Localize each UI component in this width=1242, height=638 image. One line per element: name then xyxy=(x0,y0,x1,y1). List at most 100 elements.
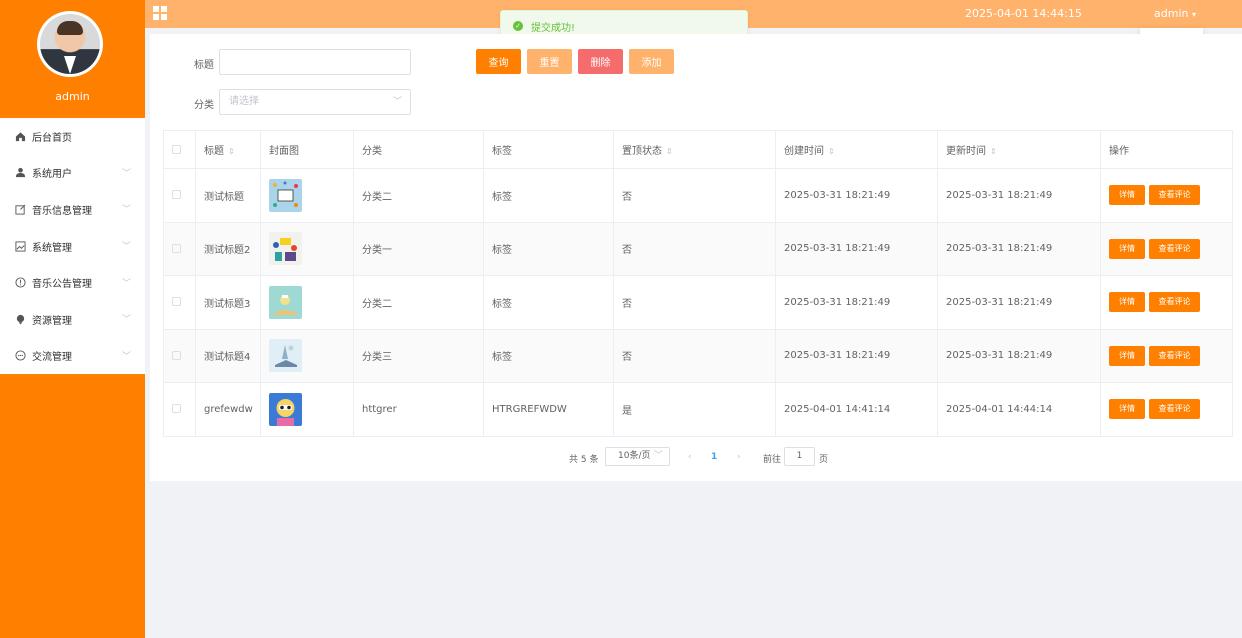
cell-category: 分类二 xyxy=(353,168,484,223)
sidebar-menu: 后台首页 系统用户 ﹀ 音乐信息管理 ﹀ 系统管理 ﹀ 音乐公告管理 ﹀ 资源管… xyxy=(0,118,145,374)
user-menu-trigger[interactable]: admin ▾ xyxy=(1154,7,1196,20)
cell-tag: 标签 xyxy=(483,168,614,223)
view-comments-button[interactable]: 查看评论 xyxy=(1149,292,1200,313)
sidebar-item-system-users[interactable]: 系统用户 ﹀ xyxy=(0,155,145,192)
sort-icon[interactable]: ⇕ xyxy=(990,147,997,156)
sidebar-item-home[interactable]: 后台首页 xyxy=(0,118,145,155)
cell-category: httgrer xyxy=(353,382,484,437)
sidebar-item-label: 音乐信息管理 xyxy=(32,205,92,217)
row-checkbox[interactable] xyxy=(172,190,181,200)
sidebar-item-label: 音乐公告管理 xyxy=(32,279,92,291)
cell-category: 分类三 xyxy=(353,328,484,383)
user-icon xyxy=(14,167,26,179)
prev-page-icon[interactable]: ‹ xyxy=(688,452,692,462)
select-all-cell xyxy=(163,130,196,169)
table-header-row: 标题 ⇕ 封面图 分类 标签 置顶状态 ⇕ 创建时间 ⇕ 更新时间 ⇕ 操作 xyxy=(163,130,1233,169)
detail-button[interactable]: 详情 xyxy=(1109,292,1145,313)
cell-pinned: 否 xyxy=(613,328,776,383)
cover-image xyxy=(269,339,302,373)
sidebar-header: admin xyxy=(0,0,145,118)
sidebar-item-resources[interactable]: 资源管理 ﹀ xyxy=(0,301,145,338)
info-icon xyxy=(14,277,26,289)
page-unit-label: 页 xyxy=(819,455,829,465)
add-button[interactable]: 添加 xyxy=(629,49,674,74)
cell-updated: 2025-03-31 18:21:49 xyxy=(937,221,1101,276)
sidebar-item-label: 系统用户 xyxy=(32,169,72,181)
cover-image xyxy=(269,285,302,319)
chevron-down-icon: ﹀ xyxy=(653,451,663,461)
cell-created: 2025-03-31 18:21:49 xyxy=(775,168,938,223)
cell-tag: HTRGREFWDW xyxy=(483,382,614,437)
caret-down-icon: ▾ xyxy=(1191,10,1196,19)
goto-label: 前往 xyxy=(763,455,782,465)
row-checkbox[interactable] xyxy=(172,350,181,360)
pagination-total: 共 5 条 xyxy=(569,455,599,465)
cover-image xyxy=(269,392,302,426)
reset-button[interactable]: 重置 xyxy=(527,49,572,74)
cell-category: 分类二 xyxy=(353,275,484,330)
chat-icon xyxy=(14,350,26,362)
chevron-down-icon: ﹀ xyxy=(121,278,131,289)
cell-tag: 标签 xyxy=(483,221,614,276)
table-row: 测试标题4 分类三 标签 否 2025-03-31 18:21:49 2025-… xyxy=(163,328,1233,383)
cell-category: 分类一 xyxy=(353,221,484,276)
data-table: 标题 ⇕ 封面图 分类 标签 置顶状态 ⇕ 创建时间 ⇕ 更新时间 ⇕ 操作 测试标题 … xyxy=(163,130,1233,437)
sidebar-item-communication[interactable]: 交流管理 ﹀ xyxy=(0,338,145,375)
view-comments-button[interactable]: 查看评论 xyxy=(1149,185,1200,206)
header-datetime: 2025-04-01 14:44:15 xyxy=(965,7,1082,20)
query-button[interactable]: 查询 xyxy=(476,49,521,74)
content-card: 标题 分类 请选择 ﹀ 查询 重置 删除 添加 标题 ⇕ 封面图 分类 标签 置顶… xyxy=(150,34,1242,481)
sidebar-item-music-info[interactable]: 音乐信息管理 ﹀ xyxy=(0,191,145,228)
column-header: 标签 xyxy=(483,130,614,169)
delete-button[interactable]: 删除 xyxy=(578,49,623,74)
category-select[interactable]: 请选择 ﹀ xyxy=(219,89,411,115)
select-all-checkbox[interactable] xyxy=(172,144,181,154)
view-comments-button[interactable]: 查看评论 xyxy=(1149,345,1200,366)
sidebar-item-announcements[interactable]: 音乐公告管理 ﹀ xyxy=(0,264,145,301)
view-comments-button[interactable]: 查看评论 xyxy=(1149,399,1200,420)
current-page[interactable]: 1 xyxy=(711,452,717,462)
sidebar-item-label: 交流管理 xyxy=(32,352,72,364)
page-size-select[interactable]: 10条/页 ﹀ xyxy=(605,447,670,466)
toast-message: 提交成功! xyxy=(531,22,576,34)
sort-icon[interactable]: ⇕ xyxy=(666,147,673,156)
column-header[interactable]: 创建时间 ⇕ xyxy=(775,130,938,169)
sidebar-item-system-manage[interactable]: 系统管理 ﹀ xyxy=(0,228,145,265)
chevron-down-icon: ﹀ xyxy=(392,97,402,107)
column-header: 分类 xyxy=(353,130,484,169)
column-header[interactable]: 置顶状态 ⇕ xyxy=(613,130,776,169)
location-icon xyxy=(14,313,26,325)
next-page-icon[interactable]: › xyxy=(737,452,741,462)
cover-image xyxy=(269,178,302,212)
detail-button[interactable]: 详情 xyxy=(1109,399,1145,420)
cell-updated: 2025-03-31 18:21:49 xyxy=(937,328,1101,383)
avatar xyxy=(37,11,103,77)
detail-button[interactable]: 详情 xyxy=(1109,238,1145,259)
cell-title: grefewdw xyxy=(195,382,261,437)
table-row: 测试标题 分类二 标签 否 2025-03-31 18:21:49 2025-0… xyxy=(163,168,1233,223)
cell-created: 2025-04-01 14:41:14 xyxy=(775,382,938,437)
row-checkbox[interactable] xyxy=(172,243,181,253)
sort-icon[interactable]: ⇕ xyxy=(228,147,235,156)
column-header[interactable]: 更新时间 ⇕ xyxy=(937,130,1101,169)
cell-pinned: 是 xyxy=(613,382,776,437)
sort-icon[interactable]: ⇕ xyxy=(828,147,835,156)
detail-button[interactable]: 详情 xyxy=(1109,345,1145,366)
category-filter-label: 分类 xyxy=(194,100,214,111)
detail-button[interactable]: 详情 xyxy=(1109,185,1145,206)
goto-page-input[interactable]: 1 xyxy=(784,447,815,466)
column-header[interactable]: 标题 ⇕ xyxy=(195,130,261,169)
chevron-down-icon: ﹀ xyxy=(121,351,131,362)
cell-pinned: 否 xyxy=(613,275,776,330)
cell-tag: 标签 xyxy=(483,275,614,330)
sidebar-item-label: 系统管理 xyxy=(32,242,72,254)
row-checkbox[interactable] xyxy=(172,404,181,414)
picture-icon xyxy=(14,240,26,252)
title-search-input[interactable] xyxy=(219,49,411,75)
sidebar-item-label: 资源管理 xyxy=(32,315,72,327)
cell-title: 测试标题4 xyxy=(195,328,261,383)
row-checkbox[interactable] xyxy=(172,297,181,307)
view-comments-button[interactable]: 查看评论 xyxy=(1149,238,1200,259)
home-icon xyxy=(14,130,26,142)
menu-toggle-icon[interactable] xyxy=(153,6,167,20)
